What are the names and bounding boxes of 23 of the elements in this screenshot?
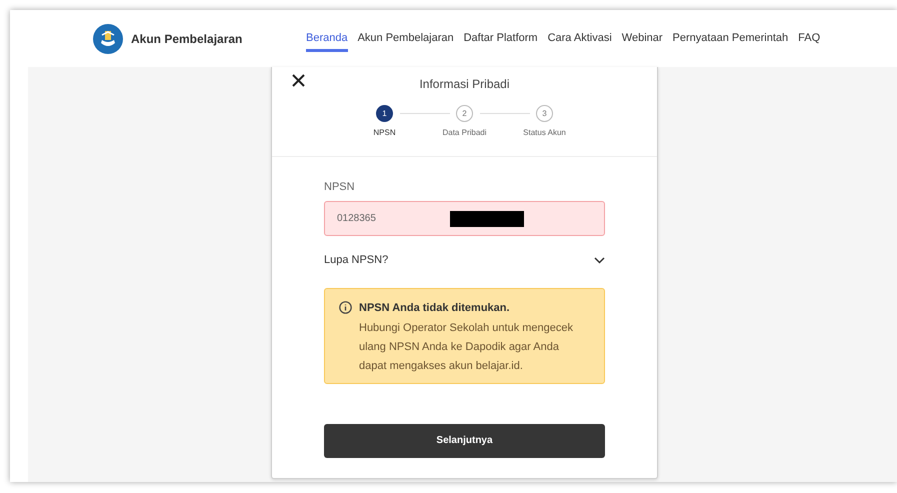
forgot-npsn-expander[interactable]: Lupa NPSN?	[324, 252, 605, 268]
nav-link[interactable]: Akun Pembelajaran	[358, 24, 454, 52]
nav-link[interactable]: FAQ	[798, 24, 820, 52]
modal-title: Informasi Pribadi	[419, 77, 510, 91]
nav-link[interactable]: Cara Aktivasi	[548, 24, 612, 52]
next-button[interactable]: Selanjutnya	[324, 424, 605, 458]
logo-icon	[92, 22, 124, 54]
step-number: 3	[536, 105, 553, 122]
nav-link[interactable]: Webinar	[622, 24, 663, 52]
nav-link[interactable]: Pernyataan Pemerintah	[672, 24, 788, 52]
step-number: 1	[376, 105, 393, 122]
close-icon[interactable]	[292, 74, 305, 87]
alert-title: NPSN Anda tidak ditemukan.	[359, 300, 511, 316]
nav-link[interactable]: Daftar Platform	[464, 24, 538, 52]
step-label: NPSN	[373, 127, 396, 139]
step-number: 2	[456, 105, 473, 122]
alert-message: Hubungi Operator Sekolah untuk mengecek ulang NPSN Anda ke Dapodik agar Anda dapat mengakses akun belajar.id.	[359, 321, 574, 374]
step-label: Status Akun	[523, 127, 566, 139]
info-icon	[339, 300, 352, 314]
step-label: Data Pribadi	[442, 127, 487, 139]
nav-link[interactable]: Beranda	[306, 24, 348, 52]
brand-name: Akun Pembelajaran	[131, 30, 242, 48]
field-label: NPSN	[324, 180, 355, 195]
